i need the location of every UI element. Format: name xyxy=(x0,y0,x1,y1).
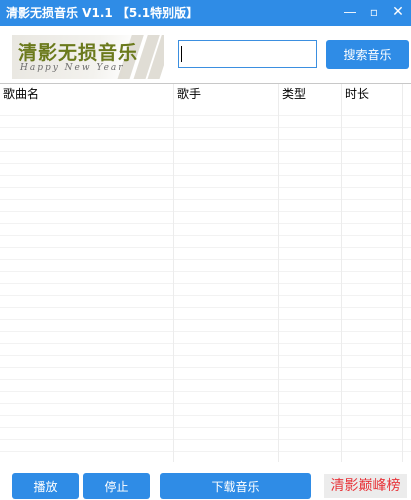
column-divider xyxy=(278,84,279,462)
table-body[interactable] xyxy=(0,104,411,462)
stop-button[interactable]: 停止 xyxy=(83,473,150,499)
logo-subtitle: Happy New Year xyxy=(20,63,125,73)
search-button[interactable]: 搜索音乐 xyxy=(326,40,409,69)
title-bar: 清影无损音乐 V1.1 【5.1特别版】 ― ▫ ✕ xyxy=(0,0,411,26)
minimize-icon[interactable]: ― xyxy=(341,3,359,21)
column-divider xyxy=(173,84,174,462)
column-header-type[interactable]: 类型 xyxy=(279,84,342,104)
search-input[interactable] xyxy=(178,40,317,68)
close-icon[interactable]: ✕ xyxy=(389,3,407,21)
peak-chart-link[interactable]: 清影巅峰榜 xyxy=(324,474,407,498)
logo-title: 清影无损音乐 xyxy=(18,42,139,64)
column-header-artist[interactable]: 歌手 xyxy=(174,84,279,104)
column-header-duration[interactable]: 时长 xyxy=(342,84,403,104)
column-divider xyxy=(402,84,403,462)
song-table[interactable]: 歌曲名 歌手 类型 时长 xyxy=(0,83,411,463)
maximize-icon[interactable]: ▫ xyxy=(365,3,383,21)
download-button[interactable]: 下载音乐 xyxy=(160,473,311,499)
logo: 清影无损音乐 Happy New Year xyxy=(12,35,164,79)
column-header-song-name[interactable]: 歌曲名 xyxy=(0,84,174,104)
header: 清影无损音乐 Happy New Year 搜索音乐 xyxy=(0,26,411,83)
play-button[interactable]: 播放 xyxy=(12,473,79,499)
table-header: 歌曲名 歌手 类型 时长 xyxy=(0,84,411,104)
text-caret xyxy=(181,46,182,62)
column-divider xyxy=(341,84,342,462)
window-title: 清影无损音乐 V1.1 【5.1特别版】 xyxy=(6,6,199,20)
footer-toolbar: 播放 停止 下载音乐 清影巅峰榜 xyxy=(0,463,411,500)
